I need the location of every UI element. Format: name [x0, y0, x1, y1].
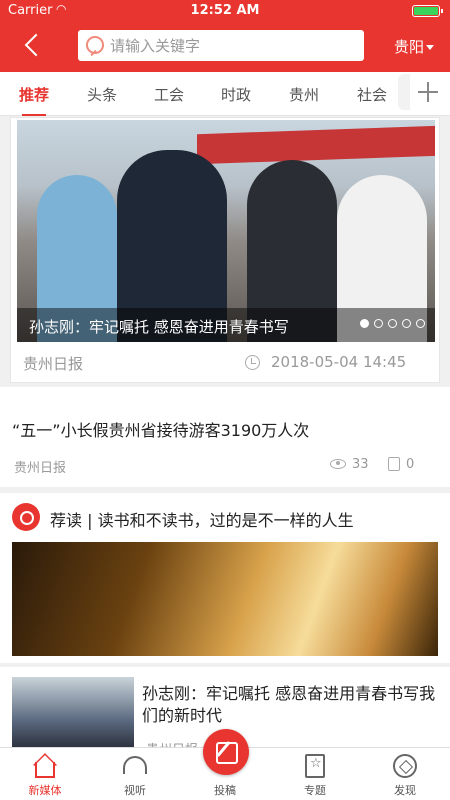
article-source: 贵州日报: [14, 461, 67, 476]
nav-label: 专题: [304, 784, 326, 797]
dropdown-arrow-icon: [426, 45, 435, 50]
carousel-dot[interactable]: [402, 319, 411, 328]
recommend-badge-icon: [12, 503, 40, 531]
back-button[interactable]: [22, 32, 44, 60]
carousel-dots[interactable]: [355, 313, 425, 332]
carousel-dot[interactable]: [360, 319, 369, 328]
article-source: 贵州日报: [146, 739, 198, 747]
active-tab-indicator: [22, 114, 46, 116]
category-tabs: 推荐 头条 工会 时政 贵州 社会: [0, 72, 450, 116]
article-title[interactable]: “五一”小长假贵州省接待游客3190万人次: [12, 417, 309, 441]
views-icon: [330, 459, 346, 469]
hero-source: 贵州日报: [23, 355, 84, 373]
featured-image[interactable]: [12, 542, 438, 656]
battery-icon: [412, 5, 443, 17]
tab-union[interactable]: 工会: [154, 84, 184, 105]
tab-politics[interactable]: 时政: [221, 84, 251, 105]
tab-society[interactable]: 社会: [357, 84, 387, 105]
compose-button[interactable]: [203, 729, 249, 775]
like-count: 0: [406, 457, 415, 472]
carousel-dot[interactable]: [388, 319, 397, 328]
hero-image[interactable]: 孙志刚：牢记嘱托 感恩奋进用青春书写: [17, 120, 435, 342]
clock-icon: [245, 355, 260, 370]
article-card[interactable]: “五一”小长假贵州省接待游客3190万人次 贵州日报 33 0: [0, 387, 450, 487]
view-count: 33: [352, 457, 369, 472]
search-box[interactable]: [78, 30, 364, 61]
search-icon: [86, 36, 104, 54]
article-title[interactable]: 孙志刚：牢记嘱托 感恩奋进用青春书写我们的新时代: [142, 683, 438, 727]
nav-label: 投稿: [214, 784, 236, 797]
add-tab-icon[interactable]: [416, 80, 440, 104]
hero-photo-banner: [197, 125, 435, 165]
compass-icon: [393, 754, 417, 778]
status-bar: Carrier ◠ 12:52 AM: [0, 0, 450, 22]
nav-discover[interactable]: 发现: [360, 748, 450, 800]
clock-time: 12:52 AM: [190, 3, 260, 18]
hero-date: 2018-05-04 14:45: [271, 353, 407, 371]
nav-new-media[interactable]: 新媒体: [0, 748, 90, 800]
nav-label: 新媒体: [28, 784, 62, 797]
tab-recommend[interactable]: 推荐: [19, 84, 49, 105]
city-label: 贵阳: [394, 38, 425, 56]
home-icon: [35, 762, 55, 778]
search-input[interactable]: [110, 33, 355, 58]
app-header: Carrier ◠ 12:52 AM 贵阳: [0, 0, 450, 72]
featured-card[interactable]: 荐读 | 读书和不读书，过的是不一样的人生: [0, 493, 450, 663]
tab-guizhou[interactable]: 贵州: [289, 84, 319, 105]
featured-title[interactable]: 荐读 | 读书和不读书，过的是不一样的人生: [50, 507, 354, 531]
headphones-icon: [123, 756, 147, 774]
nav-media[interactable]: 视听: [90, 748, 180, 800]
tab-headlines[interactable]: 头条: [87, 84, 117, 105]
carousel-dot[interactable]: [416, 319, 425, 328]
city-selector[interactable]: 贵阳: [394, 36, 435, 57]
hero-card[interactable]: 孙志刚：牢记嘱托 感恩奋进用青春书写 贵州日报 2018-05-04 14:45: [10, 117, 440, 383]
nav-topics[interactable]: 专题: [270, 748, 360, 800]
article-thumbnail[interactable]: [12, 677, 134, 747]
tab-scroll-fade: [398, 74, 410, 110]
topic-icon: [305, 754, 325, 778]
nav-label: 发现: [394, 784, 416, 797]
carousel-dot[interactable]: [374, 319, 383, 328]
like-icon[interactable]: [388, 457, 400, 471]
nav-label: 视听: [124, 784, 146, 797]
